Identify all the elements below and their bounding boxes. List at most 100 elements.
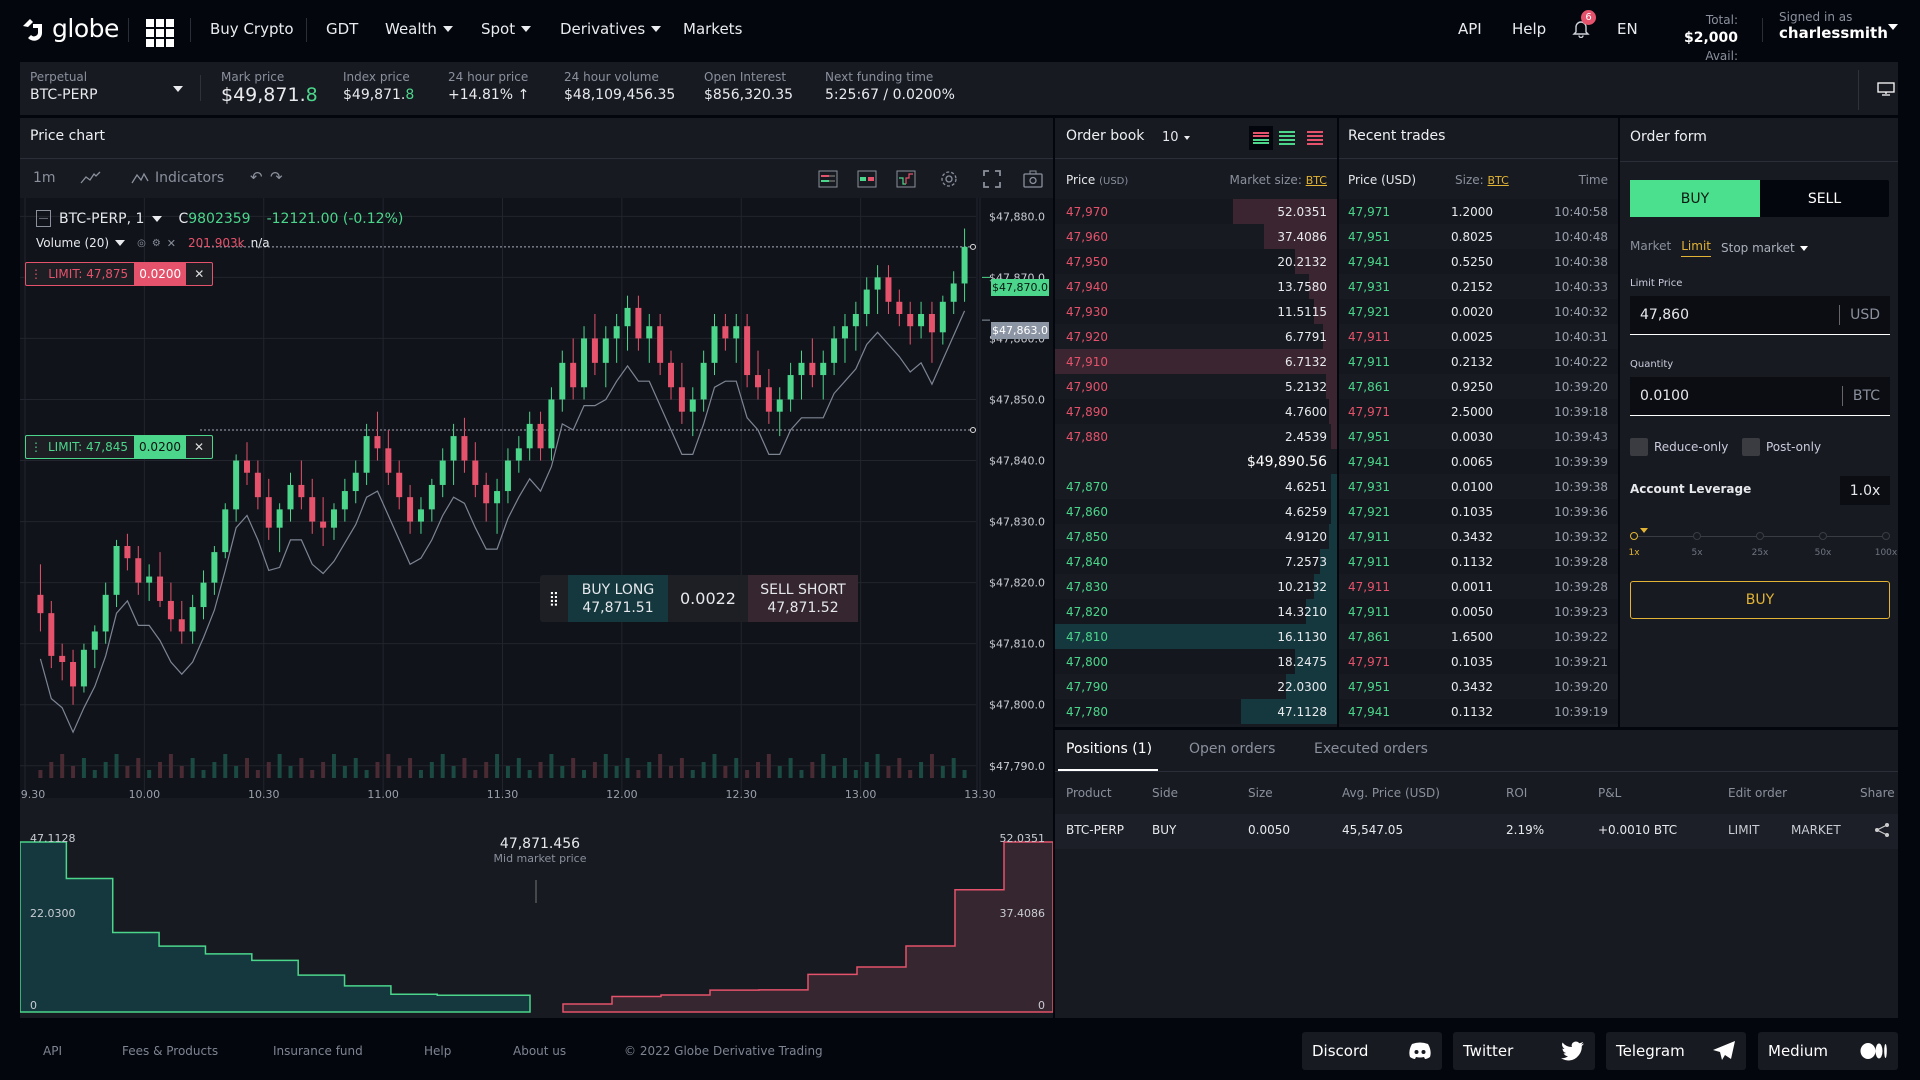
settings-gear-icon[interactable] xyxy=(939,169,959,189)
size-unit-toggle[interactable]: BTC xyxy=(1488,174,1509,187)
cancel-order-icon[interactable]: ✕ xyxy=(186,267,212,281)
order-book-row[interactable]: 47,780 47.1128 xyxy=(1055,699,1337,724)
order-type-stop-market[interactable]: Stop market xyxy=(1721,239,1808,257)
collapse-legend-icon[interactable]: — xyxy=(36,210,51,227)
orderbook-lines-icon[interactable] xyxy=(818,170,838,188)
buy-tab[interactable]: BUY xyxy=(1630,180,1760,217)
undo-icon[interactable]: ↶ xyxy=(250,168,263,186)
indicators-button[interactable]: Indicators xyxy=(131,170,224,186)
view-bids-icon[interactable] xyxy=(1277,129,1297,147)
apps-grid-icon[interactable] xyxy=(146,19,174,47)
product-selector[interactable]: Perpetual BTC-PERP xyxy=(30,70,98,103)
nav-gdt[interactable]: GDT xyxy=(326,20,358,38)
order-book-row[interactable]: 47,810 16.1130 xyxy=(1055,624,1337,649)
account-menu[interactable]: Signed in as charlessmith xyxy=(1779,10,1888,42)
footer-link-insurance[interactable]: Insurance fund xyxy=(273,1044,363,1058)
limit-order-sell-tag[interactable]: ⋮ LIMIT: 47,875 0.0200 ✕ xyxy=(25,262,214,286)
view-both-icon[interactable] xyxy=(1249,126,1273,150)
order-book-row[interactable]: 47,910 6.7132 xyxy=(1055,349,1337,374)
limit-price-input[interactable]: 47,860 USD xyxy=(1630,296,1890,335)
tab-open-orders[interactable]: Open orders xyxy=(1189,741,1275,757)
settings-icon[interactable]: ⚙ xyxy=(152,238,161,249)
submit-buy-button[interactable]: BUY xyxy=(1630,581,1890,619)
cancel-order-icon[interactable]: ✕ xyxy=(186,440,212,454)
nav-help[interactable]: Help xyxy=(1512,20,1546,38)
nav-spot[interactable]: Spot xyxy=(481,20,532,38)
nav-wealth[interactable]: Wealth xyxy=(385,20,453,38)
nav-api[interactable]: API xyxy=(1458,20,1482,38)
screenshot-camera-icon[interactable] xyxy=(1023,170,1043,188)
interval-selector[interactable]: 1m xyxy=(33,170,56,186)
drag-handle-icon[interactable]: ⋮ xyxy=(26,267,48,281)
order-book-row[interactable]: 47,920 6.7791 xyxy=(1055,324,1337,349)
drag-handle-icon[interactable]: ⋮ xyxy=(26,440,48,454)
account-caret-icon[interactable] xyxy=(1888,24,1898,30)
slider-stop[interactable] xyxy=(1630,532,1638,540)
order-book-row[interactable]: 47,870 4.6251 xyxy=(1055,474,1337,499)
slider-stop[interactable] xyxy=(1756,532,1764,540)
footer-link-api[interactable]: API xyxy=(43,1044,62,1058)
drag-handle-icon[interactable]: ⣿ xyxy=(540,575,568,622)
edit-market-button[interactable]: MARKET xyxy=(1791,823,1841,837)
limit-order-buy-tag[interactable]: ⋮ LIMIT: 47,845 0.0200 ✕ xyxy=(25,435,214,459)
caret-down-icon[interactable] xyxy=(152,215,163,222)
redo-icon[interactable]: ↷ xyxy=(270,168,283,186)
caret-down-icon[interactable] xyxy=(115,240,126,246)
sell-tab[interactable]: SELL xyxy=(1760,180,1889,217)
fullscreen-icon[interactable] xyxy=(982,169,1002,189)
leverage-slider[interactable]: 1x 5x 25x 50x 100x xyxy=(1628,528,1897,564)
eye-icon[interactable]: ◎ xyxy=(137,238,146,249)
order-book-row[interactable]: 47,840 7.2573 xyxy=(1055,549,1337,574)
product-caret-icon[interactable] xyxy=(173,86,183,92)
nav-derivatives[interactable]: Derivatives xyxy=(560,20,662,38)
twitter-button[interactable]: Twitter xyxy=(1453,1032,1595,1070)
candlestick-chart[interactable]: $47,880.0$47,870.0$47,860.0$47,850.0$47,… xyxy=(20,198,1053,798)
tab-positions[interactable]: Positions (1) xyxy=(1066,741,1152,757)
footer-link-about[interactable]: About us xyxy=(513,1044,566,1058)
monitor-icon[interactable] xyxy=(1877,82,1895,96)
edit-limit-button[interactable]: LIMIT xyxy=(1728,823,1759,837)
footer-link-help[interactable]: Help xyxy=(424,1044,451,1058)
medium-button[interactable]: Medium xyxy=(1758,1032,1898,1070)
order-type-market[interactable]: Market xyxy=(1630,239,1671,257)
reduce-only-checkbox[interactable]: Reduce-only xyxy=(1630,438,1728,456)
leverage-value[interactable]: 1.0x xyxy=(1840,476,1890,505)
checkbox-box[interactable] xyxy=(1742,438,1760,456)
depth-selector[interactable]: 10 xyxy=(1162,130,1190,145)
slider-stop[interactable] xyxy=(1882,532,1890,540)
order-book-row[interactable]: 47,940 13.7580 xyxy=(1055,274,1337,299)
view-asks-icon[interactable] xyxy=(1305,129,1325,147)
checkbox-box[interactable] xyxy=(1630,438,1648,456)
slider-stop[interactable] xyxy=(1819,532,1827,540)
order-type-limit[interactable]: Limit xyxy=(1681,239,1711,257)
discord-button[interactable]: Discord xyxy=(1302,1032,1442,1070)
order-book-row[interactable]: 47,800 18.2475 xyxy=(1055,649,1337,674)
nav-buy-crypto[interactable]: Buy Crypto xyxy=(210,20,294,38)
remove-icon[interactable]: ✕ xyxy=(167,237,176,250)
order-book-row[interactable]: 47,830 10.2132 xyxy=(1055,574,1337,599)
order-book-row[interactable]: 47,900 5.2132 xyxy=(1055,374,1337,399)
tab-executed-orders[interactable]: Executed orders xyxy=(1314,741,1428,757)
footer-link-fees[interactable]: Fees & Products xyxy=(122,1044,218,1058)
share-icon[interactable] xyxy=(1874,822,1890,838)
order-book-row[interactable]: 47,880 2.4539 xyxy=(1055,424,1337,449)
depth-chart-icon[interactable] xyxy=(896,170,916,188)
telegram-button[interactable]: Telegram xyxy=(1606,1032,1746,1070)
notifications-button[interactable]: 6 xyxy=(1572,10,1596,40)
sell-short-button[interactable]: SELL SHORT 47,871.52 xyxy=(748,575,858,622)
buy-sell-toggle-icon[interactable] xyxy=(857,170,877,188)
size-unit-toggle[interactable]: BTC xyxy=(1306,174,1327,187)
trade-quantity[interactable]: 0.0022 xyxy=(668,575,748,622)
order-book-row[interactable]: 47,790 22.0300 xyxy=(1055,674,1337,699)
slider-stop[interactable] xyxy=(1693,532,1701,540)
post-only-checkbox[interactable]: Post-only xyxy=(1742,438,1821,456)
order-book-row[interactable]: 47,890 4.7600 xyxy=(1055,399,1337,424)
chart-type-icon[interactable] xyxy=(80,171,102,185)
order-book-row[interactable]: 47,860 4.6259 xyxy=(1055,499,1337,524)
nav-markets[interactable]: Markets xyxy=(683,20,742,38)
slider-thumb[interactable] xyxy=(1640,528,1648,533)
buy-long-button[interactable]: BUY LONG 47,871.51 xyxy=(568,575,668,622)
globe-logo[interactable]: globe xyxy=(20,14,119,43)
order-book-row[interactable]: 47,850 4.9120 xyxy=(1055,524,1337,549)
language-selector[interactable]: EN xyxy=(1617,20,1638,38)
